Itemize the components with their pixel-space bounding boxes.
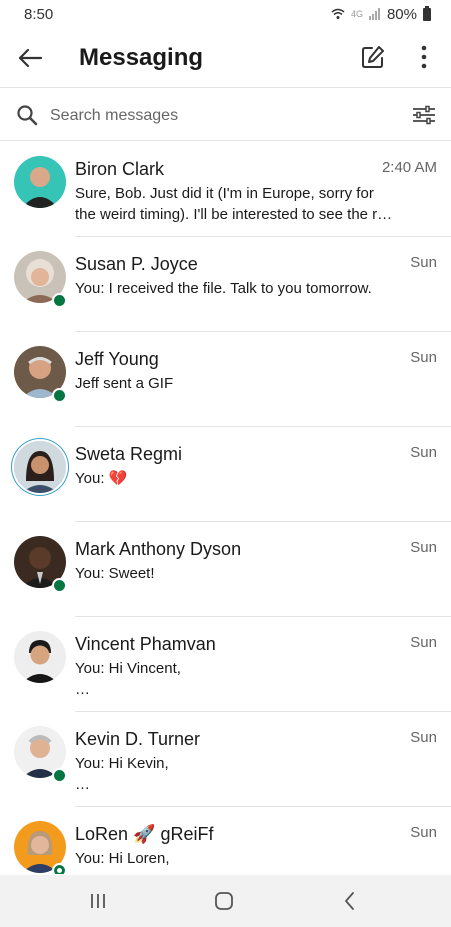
contact-name: Vincent Phamvan	[75, 634, 216, 654]
back-arrow-icon[interactable]	[16, 44, 44, 72]
search-icon	[17, 105, 38, 126]
avatar	[14, 441, 66, 493]
more-options-icon[interactable]	[414, 42, 434, 72]
system-navigation-bar	[0, 875, 451, 927]
message-time: Sun	[410, 254, 437, 271]
wifi-icon	[331, 8, 345, 19]
message-preview: You: Hi Loren,	[75, 850, 170, 867]
message-time: 2:40 AM	[381, 159, 437, 176]
message-time: Sun	[410, 729, 437, 746]
contact-name: Mark Anthony Dyson	[75, 539, 242, 559]
contact-name: Sweta Regmi	[75, 444, 183, 464]
battery-level: 80%	[386, 5, 417, 23]
message-preview: You: Hi Vincent, …	[75, 660, 181, 698]
search-bar	[0, 89, 451, 141]
network-label: 4G	[350, 9, 363, 19]
battery-icon	[423, 5, 431, 21]
conversation-list: Biron Clark 2:40 AM Sure, Bob. Just did …	[0, 142, 451, 874]
conversation-row[interactable]: LoRen 🚀 gReiFf Sun You: Hi Loren,	[0, 807, 451, 874]
message-time: Sun	[410, 539, 437, 556]
online-status-badge	[52, 768, 67, 783]
online-status-badge	[52, 388, 67, 403]
message-time: Sun	[410, 824, 437, 841]
contact-name: Biron Clark	[75, 159, 165, 179]
message-preview: You: Hi Kevin, …	[75, 755, 169, 793]
avatar	[14, 631, 66, 683]
status-icons: 4G 80%	[331, 5, 431, 23]
contact-name: Susan P. Joyce	[75, 254, 198, 274]
conversation-row[interactable]: Susan P. Joyce Sun You: I received the f…	[0, 237, 451, 332]
message-preview: Jeff sent a GIF	[75, 375, 174, 392]
online-status-badge	[52, 863, 67, 874]
back-icon[interactable]	[337, 889, 363, 913]
contact-name: Jeff Young	[75, 349, 159, 369]
message-preview: Sure, Bob. Just did it (I'm in Europe, s…	[75, 185, 393, 223]
recent-apps-icon[interactable]	[85, 889, 111, 913]
filter-icon[interactable]	[412, 105, 436, 125]
message-preview: You: 💔	[75, 470, 128, 487]
online-status-badge	[52, 578, 67, 593]
conversation-row[interactable]: Biron Clark 2:40 AM Sure, Bob. Just did …	[0, 142, 451, 237]
conversation-row[interactable]: Vincent Phamvan Sun You: Hi Vincent, …	[0, 617, 451, 712]
conversation-row[interactable]: Jeff Young Sun Jeff sent a GIF	[0, 332, 451, 427]
message-time: Sun	[410, 444, 437, 461]
conversation-row[interactable]: Mark Anthony Dyson Sun You: Sweet!	[0, 522, 451, 617]
search-input[interactable]	[48, 102, 382, 130]
home-icon[interactable]	[211, 889, 237, 913]
signal-icon	[368, 8, 380, 20]
contact-name: LoRen 🚀 gReiFf	[75, 824, 214, 844]
compose-icon[interactable]	[360, 44, 386, 70]
page-title: Messaging	[79, 44, 204, 71]
message-preview: You: I received the file. Talk to you to…	[75, 280, 372, 297]
conversation-row[interactable]: Sweta Regmi Sun You: 💔	[0, 427, 451, 522]
status-time: 8:50	[24, 5, 54, 23]
online-status-badge	[52, 293, 67, 308]
conversation-row[interactable]: Kevin D. Turner Sun You: Hi Kevin, …	[0, 712, 451, 807]
status-bar: 8:50 4G 80%	[0, 0, 451, 28]
avatar	[14, 156, 66, 208]
contact-name: Kevin D. Turner	[75, 729, 201, 749]
message-preview: You: Sweet!	[75, 565, 155, 582]
message-time: Sun	[410, 634, 437, 651]
header: Messaging	[0, 28, 451, 88]
message-time: Sun	[410, 349, 437, 366]
